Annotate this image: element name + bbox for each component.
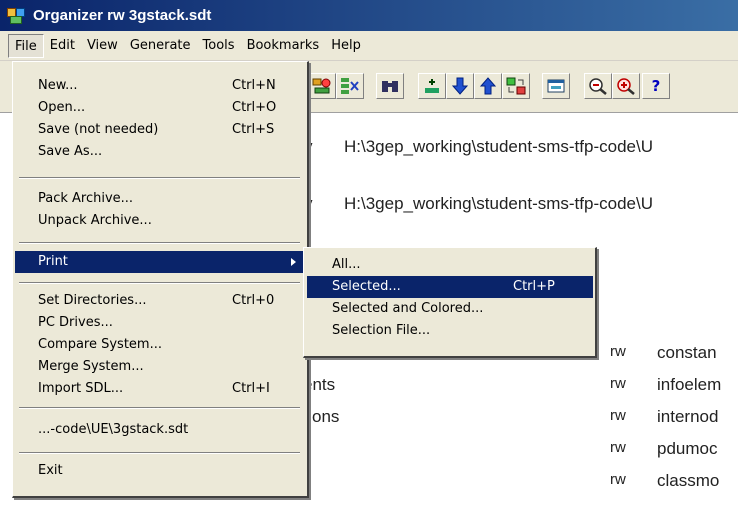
toolbar-zoom-out-button[interactable] bbox=[584, 73, 612, 99]
toolbar-zoom-in-button[interactable] bbox=[612, 73, 640, 99]
zoom-in-icon bbox=[616, 77, 636, 95]
menu-item-pc-drives[interactable]: PC Drives... bbox=[15, 312, 304, 334]
menu-item-save-as[interactable]: Save As... bbox=[15, 141, 304, 163]
row-mode: rw bbox=[610, 343, 626, 360]
title-bar: Organizer rw 3gstack.sdt bbox=[0, 0, 738, 31]
row-file[interactable]: infoelem bbox=[657, 375, 721, 395]
menu-item-import-sdl[interactable]: Import SDL... Ctrl+I bbox=[15, 378, 304, 400]
submenu-item-selection-file[interactable]: Selection File... bbox=[307, 320, 593, 342]
submenu-item-selected-colored[interactable]: Selected and Colored... bbox=[307, 298, 593, 320]
row-file[interactable]: internod bbox=[657, 407, 718, 427]
toolbar-level-button[interactable] bbox=[418, 73, 446, 99]
menu-item-shortcut: Ctrl+P bbox=[513, 279, 555, 294]
arrow-up-icon bbox=[478, 77, 498, 95]
menu-generate[interactable]: Generate bbox=[124, 34, 197, 58]
menu-item-label: Selected... bbox=[332, 279, 401, 294]
row-name[interactable]: ons bbox=[312, 407, 339, 427]
menu-item-open[interactable]: Open... Ctrl+O bbox=[15, 97, 304, 119]
row-file[interactable]: pdumoc bbox=[657, 439, 717, 459]
row-mode: rw bbox=[610, 439, 626, 456]
menu-view[interactable]: View bbox=[81, 34, 124, 58]
toolbar-move-up-button[interactable] bbox=[474, 73, 502, 99]
menu-item-compare-system[interactable]: Compare System... bbox=[15, 334, 304, 356]
menu-tools[interactable]: Tools bbox=[197, 34, 241, 58]
toolbar-find-button[interactable] bbox=[376, 73, 404, 99]
menu-separator bbox=[19, 452, 300, 454]
file-menu: New... Ctrl+N Open... Ctrl+O Save (not n… bbox=[12, 61, 309, 498]
row-mode: rw bbox=[610, 407, 626, 424]
menu-item-print[interactable]: Print bbox=[15, 251, 304, 273]
plus-minus-icon bbox=[422, 77, 442, 95]
menu-help[interactable]: Help bbox=[325, 34, 367, 58]
menu-item-label: Save (not needed) bbox=[38, 122, 159, 137]
path-value: H:\3gep_working\student-sms-tfp-code\U bbox=[344, 194, 653, 213]
organizer-app-icon[interactable] bbox=[6, 6, 28, 26]
menu-file[interactable]: File bbox=[8, 33, 44, 58]
menu-item-label: New... bbox=[38, 78, 78, 93]
menu-item-exit[interactable]: Exit bbox=[15, 460, 304, 482]
menu-item-shortcut: Ctrl+I bbox=[232, 381, 270, 396]
print-submenu: All... Selected... Ctrl+P Selected and C… bbox=[303, 247, 597, 358]
menu-item-label: Print bbox=[38, 254, 68, 269]
menu-item-shortcut: Ctrl+S bbox=[232, 122, 275, 137]
row-mode: rw bbox=[610, 375, 626, 392]
toolbar-help-button[interactable]: ? bbox=[642, 73, 670, 99]
arrow-down-icon bbox=[450, 77, 470, 95]
help-icon: ? bbox=[651, 77, 661, 95]
menu-item-label: Set Directories... bbox=[38, 293, 147, 308]
menu-bar: File Edit View Generate Tools Bookmarks … bbox=[0, 31, 738, 61]
menu-item-unpack-archive[interactable]: Unpack Archive... bbox=[15, 210, 304, 232]
menu-item-recent-file[interactable]: ...-code\UE\3gstack.sdt bbox=[15, 419, 304, 441]
path-value: H:\3gep_working\student-sms-tfp-code\U bbox=[344, 137, 653, 156]
row-mode: rw bbox=[610, 471, 626, 488]
menu-item-label: Import SDL... bbox=[38, 381, 124, 396]
menu-item-label: Selected and Colored... bbox=[332, 301, 484, 316]
symbol-icon bbox=[312, 77, 332, 95]
menu-item-label: Merge System... bbox=[38, 359, 144, 374]
submenu-item-selected[interactable]: Selected... Ctrl+P bbox=[307, 276, 593, 298]
menu-separator bbox=[19, 242, 300, 244]
menu-separator bbox=[19, 282, 300, 284]
window-title: Organizer rw 3gstack.sdt bbox=[33, 7, 212, 24]
submenu-item-all[interactable]: All... bbox=[307, 254, 593, 276]
menu-item-label: Save As... bbox=[38, 144, 103, 159]
binoculars-icon bbox=[380, 77, 400, 95]
zoom-out-icon bbox=[588, 77, 608, 95]
compare-icon bbox=[506, 77, 526, 95]
row-file[interactable]: constan bbox=[657, 343, 717, 363]
menu-item-shortcut: Ctrl+O bbox=[232, 100, 277, 115]
submenu-arrow-icon bbox=[291, 258, 296, 266]
menu-item-label: Open... bbox=[38, 100, 86, 115]
menu-item-label: PC Drives... bbox=[38, 315, 113, 330]
menu-item-label: Unpack Archive... bbox=[38, 213, 152, 228]
menu-item-label: Compare System... bbox=[38, 337, 162, 352]
menu-item-new[interactable]: New... Ctrl+N bbox=[15, 75, 304, 97]
menu-item-label: ...-code\UE\3gstack.sdt bbox=[38, 422, 189, 437]
menu-item-pack-archive[interactable]: Pack Archive... bbox=[15, 188, 304, 210]
menu-edit[interactable]: Edit bbox=[44, 34, 81, 58]
menu-item-save[interactable]: Save (not needed) Ctrl+S bbox=[15, 119, 304, 141]
menu-item-label: Exit bbox=[38, 463, 63, 478]
toolbar-compare-button[interactable] bbox=[502, 73, 530, 99]
toolbar-window-button[interactable] bbox=[542, 73, 570, 99]
menu-item-set-directories[interactable]: Set Directories... Ctrl+0 bbox=[15, 290, 304, 312]
menu-separator bbox=[19, 407, 300, 409]
menu-item-shortcut: Ctrl+0 bbox=[232, 293, 275, 308]
row-file[interactable]: classmo bbox=[657, 471, 719, 491]
menu-item-label: Pack Archive... bbox=[38, 191, 134, 206]
menu-item-label: Selection File... bbox=[332, 323, 431, 338]
toolbar-remove-button[interactable] bbox=[336, 73, 364, 99]
toolbar-move-down-button[interactable] bbox=[446, 73, 474, 99]
menu-separator bbox=[19, 177, 300, 179]
toolbar-symbol-button[interactable] bbox=[308, 73, 336, 99]
menu-item-shortcut: Ctrl+N bbox=[232, 78, 276, 93]
menu-item-label: All... bbox=[332, 257, 361, 272]
remove-symbol-icon bbox=[340, 77, 360, 95]
menu-bookmarks[interactable]: Bookmarks bbox=[241, 34, 326, 58]
window-icon bbox=[546, 77, 566, 95]
menu-item-merge-system[interactable]: Merge System... bbox=[15, 356, 304, 378]
